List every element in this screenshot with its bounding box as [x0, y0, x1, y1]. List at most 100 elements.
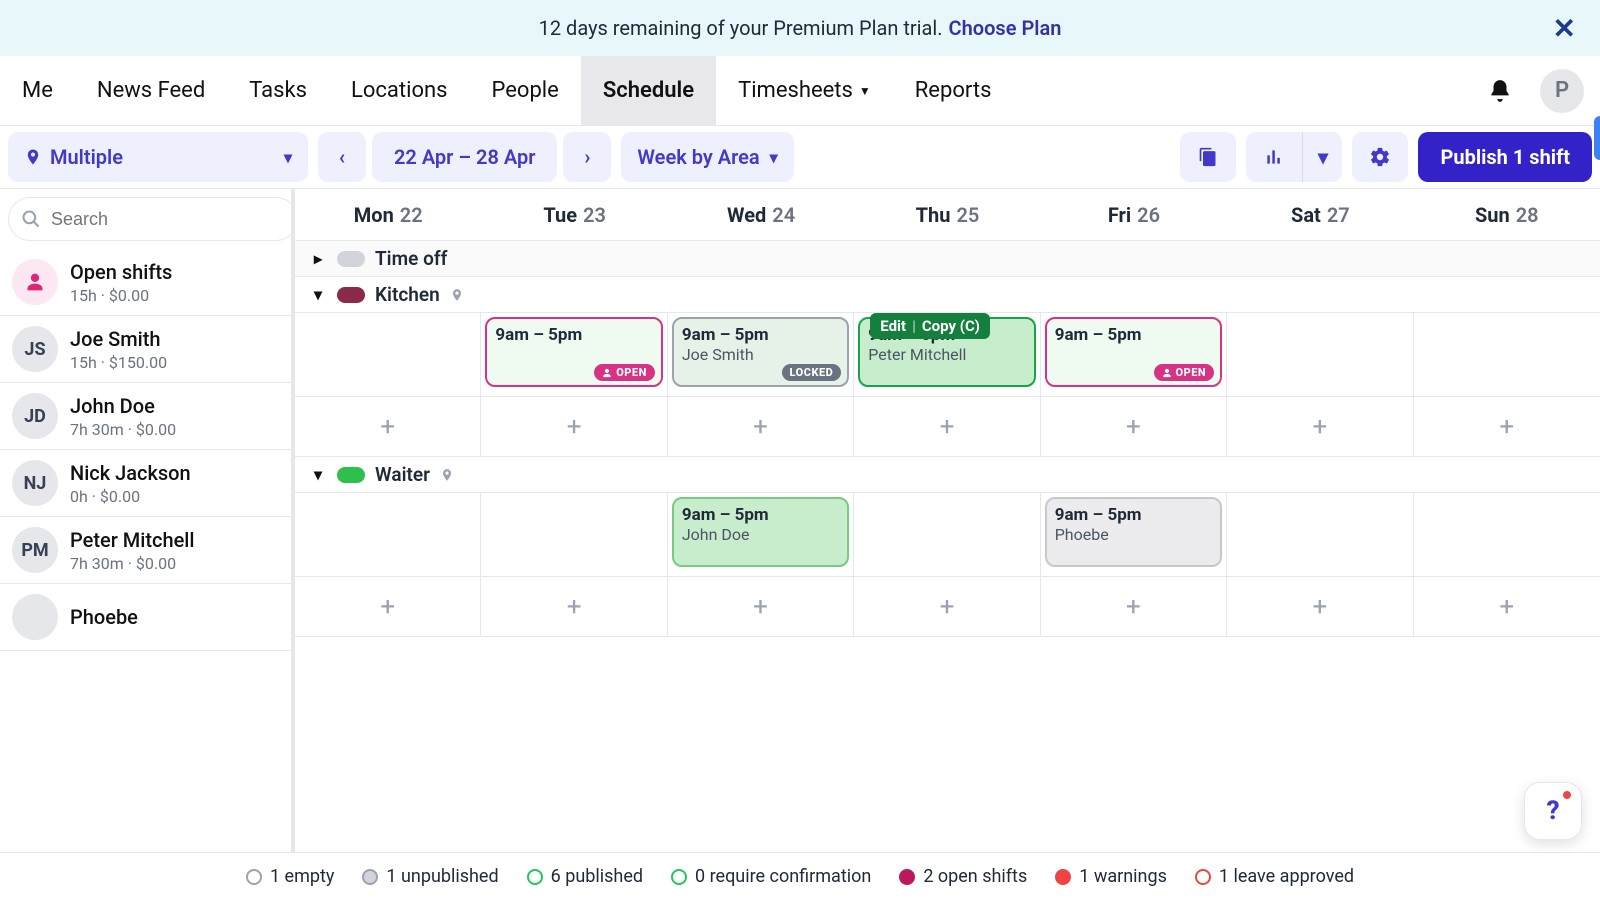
add-shift-button[interactable]: +	[295, 577, 481, 637]
schedule-cell[interactable]: 9am – 5pm OPEN	[481, 313, 667, 397]
shift-context-menu[interactable]: Edit|Copy (C)	[870, 313, 990, 339]
schedule-cell[interactable]: 9am – 5pmPeter MitchellEdit|Copy (C)	[854, 313, 1040, 397]
legend-dot	[527, 869, 543, 885]
person-name: Phoebe	[70, 605, 138, 629]
group-header-kitchen[interactable]: ▾ Kitchen	[295, 277, 1600, 313]
expand-icon[interactable]: ▸	[309, 249, 327, 268]
legend-item[interactable]: 6 published	[527, 866, 643, 887]
group-header-timeoff[interactable]: ▸ Time off	[295, 241, 1600, 277]
user-avatar[interactable]: P	[1540, 69, 1584, 113]
nav-tab-schedule[interactable]: Schedule	[581, 56, 716, 125]
add-shift-button[interactable]: +	[1227, 397, 1413, 457]
copy-action[interactable]: Copy (C)	[922, 317, 980, 335]
add-shift-button[interactable]: +	[1041, 577, 1227, 637]
group-header-waiter[interactable]: ▾ Waiter	[295, 457, 1600, 493]
schedule-cell[interactable]	[295, 493, 481, 577]
sidebar-person[interactable]: NJNick Jackson0h · $0.00	[0, 450, 291, 517]
shift-card[interactable]: 9am – 5pmPeter MitchellEdit|Copy (C)	[858, 317, 1035, 387]
add-shift-button[interactable]: +	[295, 397, 481, 457]
shift-badge: OPEN	[594, 364, 655, 381]
nav-tab-locations[interactable]: Locations	[329, 56, 469, 125]
shift-card[interactable]: 9am – 5pm OPEN	[1045, 317, 1222, 387]
nav-tab-me[interactable]: Me	[0, 56, 75, 125]
legend-item[interactable]: 1 warnings	[1055, 866, 1167, 887]
collapse-icon[interactable]: ▾	[309, 285, 327, 304]
add-shift-button[interactable]: +	[854, 397, 1040, 457]
shift-card[interactable]: 9am – 5pm OPEN	[485, 317, 662, 387]
shift-card[interactable]: 9am – 5pmPhoebe	[1045, 497, 1222, 567]
legend-item[interactable]: 1 empty	[246, 866, 334, 887]
schedule-cell[interactable]: 9am – 5pmJoe Smith LOCKED	[668, 313, 854, 397]
sidebar-person[interactable]: JSJoe Smith15h · $150.00	[0, 316, 291, 383]
schedule-cell[interactable]	[295, 313, 481, 397]
legend-item[interactable]: 2 open shifts	[899, 866, 1027, 887]
shift-card[interactable]: 9am – 5pmJohn Doe	[672, 497, 849, 567]
add-shift-button[interactable]: +	[481, 397, 667, 457]
nav-tab-people[interactable]: People	[470, 56, 581, 125]
schedule-cell[interactable]	[1227, 313, 1413, 397]
add-shift-button[interactable]: +	[1227, 577, 1413, 637]
legend-dot	[362, 869, 378, 885]
shift-assignee: Peter Mitchell	[868, 345, 1025, 364]
schedule-cell[interactable]	[1227, 493, 1413, 577]
notifications-icon[interactable]	[1478, 69, 1522, 113]
sidebar-person[interactable]: Open shifts15h · $0.00	[0, 249, 291, 316]
shift-card[interactable]: 9am – 5pmJoe Smith LOCKED	[672, 317, 849, 387]
stats-button[interactable]	[1246, 132, 1302, 182]
sidebar-person[interactable]: Phoebe	[0, 584, 291, 651]
stats-dropdown[interactable]: ▾	[1302, 132, 1342, 182]
schedule-cell[interactable]	[481, 493, 667, 577]
nav-tab-timesheets[interactable]: Timesheets▼	[716, 56, 893, 125]
schedule-grid: Mon22Tue23Wed24Thu25Fri26Sat27Sun28 ▸ Ti…	[295, 189, 1600, 852]
location-pin-icon	[450, 288, 464, 302]
search-input[interactable]	[49, 208, 285, 231]
group-label: Kitchen	[375, 283, 440, 306]
copy-schedule-button[interactable]	[1180, 132, 1236, 182]
date-range-display[interactable]: 22 Apr – 28 Apr	[372, 132, 557, 182]
add-shift-button[interactable]: +	[854, 577, 1040, 637]
chevron-down-icon: ▾	[770, 148, 778, 167]
nav-tab-reports[interactable]: Reports	[893, 56, 1014, 125]
day-header: Wed24	[668, 189, 854, 240]
location-selector[interactable]: Multiple ▾	[8, 132, 308, 182]
publish-button[interactable]: Publish 1 shift	[1418, 132, 1592, 182]
shift-time: 9am – 5pm	[682, 325, 839, 345]
add-shift-button[interactable]: +	[1041, 397, 1227, 457]
next-week-button[interactable]: ›	[563, 132, 611, 182]
schedule-cell[interactable]	[1414, 313, 1600, 397]
schedule-cell[interactable]: 9am – 5pmJohn Doe	[668, 493, 854, 577]
search-input-wrapper[interactable]	[8, 197, 295, 241]
avatar: NJ	[12, 460, 58, 506]
add-shift-button[interactable]: +	[481, 577, 667, 637]
view-mode-selector[interactable]: Week by Area ▾	[621, 132, 793, 182]
add-shift-button[interactable]: +	[1414, 397, 1600, 457]
schedule-cell[interactable]	[1414, 493, 1600, 577]
nav-tab-news-feed[interactable]: News Feed	[75, 56, 227, 125]
sidebar-person[interactable]: PMPeter Mitchell7h 30m · $0.00	[0, 517, 291, 584]
legend-text: 6 published	[551, 866, 643, 887]
schedule-cell[interactable]: 9am – 5pm OPEN	[1041, 313, 1227, 397]
add-shift-button[interactable]: +	[1414, 577, 1600, 637]
person-name: Open shifts	[70, 260, 172, 284]
edit-action[interactable]: Edit	[880, 317, 906, 335]
add-shift-button[interactable]: +	[668, 397, 854, 457]
sidebar-person[interactable]: JDJohn Doe7h 30m · $0.00	[0, 383, 291, 450]
schedule-cell[interactable]: 9am – 5pmPhoebe	[1041, 493, 1227, 577]
choose-plan-link[interactable]: Choose Plan	[949, 16, 1062, 40]
settings-button[interactable]	[1352, 132, 1408, 182]
legend-item[interactable]: 1 unpublished	[362, 866, 498, 887]
day-header: Mon22	[295, 189, 481, 240]
help-button[interactable]: ?	[1524, 782, 1582, 840]
prev-week-button[interactable]: ‹	[318, 132, 366, 182]
close-icon[interactable]: ✕	[1553, 12, 1576, 45]
collapse-icon[interactable]: ▾	[309, 465, 327, 484]
shift-assignee: Joe Smith	[682, 345, 839, 364]
legend-item[interactable]: 1 leave approved	[1195, 866, 1354, 887]
right-panel-handle[interactable]	[1594, 116, 1600, 160]
legend-dot	[1195, 869, 1211, 885]
person-name: Nick Jackson	[70, 461, 191, 485]
add-shift-button[interactable]: +	[668, 577, 854, 637]
legend-item[interactable]: 0 require confirmation	[671, 866, 871, 887]
nav-tab-tasks[interactable]: Tasks	[227, 56, 329, 125]
schedule-cell[interactable]	[854, 493, 1040, 577]
